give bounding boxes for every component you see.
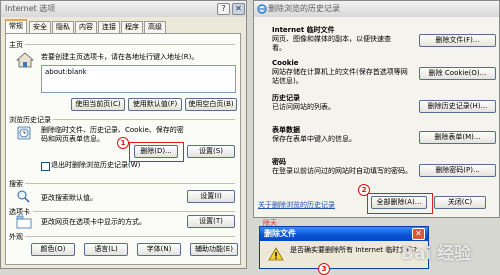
tab-programs[interactable]: 程序 <box>121 21 143 33</box>
form-data-desc: 保存在表单中键入的信息。 <box>272 135 356 143</box>
search-icon <box>17 190 30 203</box>
divider <box>33 211 235 212</box>
homepage-desc: 若要创建主页选项卡，请在各地址行键入地址(R)。 <box>41 53 199 61</box>
form-data-heading: 表单数据 <box>272 126 300 134</box>
languages-button[interactable]: 语言(L) <box>84 243 128 256</box>
highlight-delete-all-box <box>367 193 433 214</box>
delete-forms-button[interactable]: 删除表单(M)... <box>419 131 496 144</box>
passwords-desc: 在登录以前访问过的网站时自动填写的密码。 <box>272 167 412 175</box>
use-current-button[interactable]: 使用当前页(C) <box>71 98 125 111</box>
history-group-label: 浏览历史记录 <box>9 116 51 124</box>
homepage-url-input[interactable]: about:blank <box>41 65 236 93</box>
tab-general[interactable]: 常规 <box>5 19 27 33</box>
step-marker-2: 2 <box>358 184 370 196</box>
temp-files-desc: 网页、图像和媒体的副本，以便快速查看。 <box>272 35 391 52</box>
history-heading: 历史记录 <box>272 94 300 102</box>
divider <box>25 183 235 184</box>
delete-history-button[interactable]: 删除历史记录(H)... <box>419 100 496 113</box>
tab-security[interactable]: 安全 <box>29 21 51 33</box>
help-button[interactable]: ? <box>217 3 230 15</box>
delete-history-dialog: 删除浏览的历史记录 Internet 临时文件 网页、图像和媒体的副本，以便快速… <box>253 0 500 218</box>
watermark: Bai 经验 <box>395 236 500 269</box>
cookie-desc: 网站存储在计算机上的文件(保存首选项等网站信息)。 <box>272 68 408 85</box>
warning-icon <box>268 247 284 261</box>
history-desc: 已访问网站的列表。 <box>272 103 335 111</box>
delete-files-button[interactable]: 删除文件(F)... <box>419 34 496 47</box>
tab-connections[interactable]: 连接 <box>98 21 120 33</box>
tab-privacy[interactable]: 隐私 <box>52 21 74 33</box>
search-desc: 更改搜索默认值。 <box>41 194 97 202</box>
tabs-desc: 更改网页在选项卡中显示的方式。 <box>41 218 146 226</box>
tab-advanced[interactable]: 高级 <box>144 21 166 33</box>
window-title: 删除文件 <box>264 229 296 238</box>
search-settings-button[interactable]: 设置(I) <box>187 190 235 203</box>
history-settings-button[interactable]: 设置(S) <box>187 145 235 158</box>
delete-cookies-button[interactable]: 删除 Cookie(O)... <box>419 67 496 80</box>
homepage-group-label: 主页 <box>9 41 23 49</box>
homepage-url-value: about:blank <box>45 68 87 76</box>
highlight-delete-box <box>129 142 184 162</box>
title-bar: 删除浏览的历史记录 <box>254 1 499 17</box>
ie-icon <box>257 4 267 14</box>
tabs-icon <box>16 215 32 229</box>
close-dialog-button[interactable]: 关闭(C) <box>434 196 486 209</box>
colors-button[interactable]: 颜色(O) <box>31 243 75 256</box>
use-default-button[interactable]: 使用默认值(F) <box>128 98 182 111</box>
window-title: 删除浏览的历史记录 <box>268 4 340 13</box>
delete-on-exit-checkbox[interactable] <box>41 162 50 171</box>
title-bar: Internet 选项 <box>1 1 246 17</box>
delete-on-exit-label: 退出时删除浏览历史记录(W) <box>51 161 141 169</box>
tabs-settings-button[interactable]: 设置(T) <box>187 215 235 228</box>
divider <box>53 119 235 120</box>
home-icon <box>16 52 34 68</box>
divider <box>25 236 235 237</box>
passwords-heading: 密码 <box>272 158 286 166</box>
fonts-button[interactable]: 字体(N) <box>137 243 181 256</box>
cookie-heading: Cookie <box>272 59 299 67</box>
temp-files-heading: Internet 临时文件 <box>272 26 335 34</box>
accessibility-button[interactable]: 辅助功能(E) <box>190 243 238 256</box>
appearance-group-label: 外观 <box>9 233 23 241</box>
window-title: Internet 选项 <box>5 4 56 13</box>
delete-passwords-button[interactable]: 删除密码(P)... <box>419 164 496 177</box>
close-button[interactable]: ✕ <box>232 3 245 15</box>
search-group-label: 搜索 <box>9 180 23 188</box>
watermark-text: Bai 经验 <box>401 244 472 264</box>
tab-content[interactable]: 内容 <box>75 21 97 33</box>
internet-options-dialog: Internet 选项 ? ✕ 常规 安全 隐私 内容 连接 程序 高级 主页 … <box>0 0 247 269</box>
history-icon <box>17 126 31 140</box>
step-marker-3: 3 <box>318 263 330 275</box>
step-marker-1: 1 <box>117 137 129 149</box>
about-deleting-link[interactable]: 关于删除浏览的历史记录 <box>258 200 335 210</box>
use-blank-button[interactable]: 使用空白页(B) <box>185 98 237 111</box>
divider <box>25 44 235 45</box>
